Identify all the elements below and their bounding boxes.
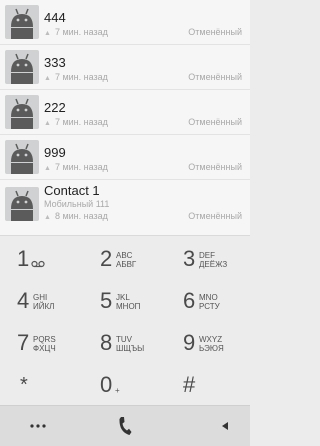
voicemail-icon (31, 260, 45, 268)
key-2[interactable]: 2 ABC АБВГ (83, 238, 166, 280)
backspace-arrow-icon (222, 422, 228, 430)
call-log-item[interactable]: 333 ▲ 7 мин. назад Отменённый (0, 45, 250, 90)
key-letters: GHI ИЙКЛ (33, 293, 55, 311)
key-digit: 5 (100, 288, 113, 313)
phone-icon (119, 417, 132, 435)
call-log-item[interactable]: 999 ▲ 7 мин. назад Отменённый (0, 135, 250, 180)
key-digit: 7 (17, 330, 30, 355)
contact-avatar (5, 187, 39, 221)
key-letters: + (115, 386, 120, 395)
more-dots-icon (29, 424, 46, 428)
call-log-item[interactable]: 222 ▲ 7 мин. назад Отменённый (0, 90, 250, 135)
key-digit: * (20, 374, 28, 396)
contact-avatar (5, 140, 39, 174)
call-time: ▲ 7 мин. назад (44, 117, 108, 127)
missed-call-icon: ▲ (44, 75, 51, 82)
menu-button[interactable] (0, 406, 75, 446)
call-button[interactable] (85, 406, 165, 446)
key-3[interactable]: 3 DEF ДЕЁЖЗ (166, 238, 249, 280)
android-robot-icon (11, 8, 33, 39)
key-digit: # (183, 372, 196, 397)
call-status: Отменённый (188, 117, 242, 127)
call-status: Отменённый (188, 72, 242, 82)
key-hash[interactable]: # (166, 364, 249, 406)
key-5[interactable]: 5 JKL МНОП (83, 280, 166, 322)
key-0[interactable]: 0 + (83, 364, 166, 406)
contact-avatar (5, 5, 39, 39)
key-digit: 8 (100, 330, 113, 355)
key-digit: 1 (17, 246, 30, 271)
missed-call-icon: ▲ (44, 120, 51, 127)
key-digit: 4 (17, 288, 30, 313)
key-8[interactable]: 8 TUV ШЩЪЫ (83, 322, 166, 364)
contact-avatar (5, 95, 39, 129)
missed-call-icon: ▲ (44, 30, 51, 37)
key-letters: DEF ДЕЁЖЗ (199, 251, 228, 269)
key-digit: 3 (183, 246, 196, 271)
caller-name: 333 (44, 55, 66, 70)
caller-name: 999 (44, 145, 66, 160)
caller-number-type: Мобильный 111 (44, 199, 110, 209)
android-robot-icon (11, 190, 33, 221)
key-letters: MNO РСТУ (199, 293, 220, 311)
caller-name: Contact 1 (44, 183, 100, 198)
key-letters: PQRS ФХЦЧ (33, 335, 56, 353)
bottom-action-bar (0, 405, 250, 446)
call-log-item[interactable]: Contact 1 Мобильный 111 ▲ 8 мин. назад От… (0, 180, 250, 235)
missed-call-icon: ▲ (44, 214, 51, 221)
call-log-list: 444 ▲ 7 мин. назад Отменённый 333 ▲ 7 мин.… (0, 0, 250, 235)
key-letters: TUV ШЩЪЫ (116, 335, 145, 353)
missed-call-icon: ▲ (44, 165, 51, 172)
key-7[interactable]: 7 PQRS ФХЦЧ (0, 322, 83, 364)
android-robot-icon (11, 53, 33, 84)
call-time: ▲ 8 мин. назад (44, 211, 108, 221)
key-letters: WXYZ ЬЭЮЯ (199, 335, 224, 353)
call-status: Отменённый (188, 27, 242, 37)
key-letters: ABC АБВГ (116, 251, 137, 269)
key-6[interactable]: 6 MNO РСТУ (166, 280, 249, 322)
key-letters: JKL МНОП (116, 293, 141, 311)
call-time: ▲ 7 мин. назад (44, 27, 108, 37)
android-robot-icon (11, 98, 33, 129)
key-digit: 0 (100, 372, 113, 397)
call-status: Отменённый (188, 211, 242, 221)
caller-name: 222 (44, 100, 66, 115)
key-digit: 9 (183, 330, 196, 355)
contact-avatar (5, 50, 39, 84)
key-digit: 2 (100, 246, 113, 271)
key-digit: 6 (183, 288, 196, 313)
call-time: ▲ 7 мин. назад (44, 72, 108, 82)
android-robot-icon (11, 143, 33, 174)
key-4[interactable]: 4 GHI ИЙКЛ (0, 280, 83, 322)
dialpad: 1 2 ABC АБВГ 3 DEF ДЕЁЖЗ 4 GHI ИЙКЛ 5 JKL МН… (0, 235, 250, 406)
call-time: ▲ 7 мин. назад (44, 162, 108, 172)
delete-button[interactable] (200, 406, 250, 446)
caller-name: 444 (44, 10, 66, 25)
call-status: Отменённый (188, 162, 242, 172)
key-star[interactable]: * (0, 364, 83, 406)
call-log-item[interactable]: 444 ▲ 7 мин. назад Отменённый (0, 0, 250, 45)
key-9[interactable]: 9 WXYZ ЬЭЮЯ (166, 322, 249, 364)
key-1[interactable]: 1 (0, 238, 83, 280)
